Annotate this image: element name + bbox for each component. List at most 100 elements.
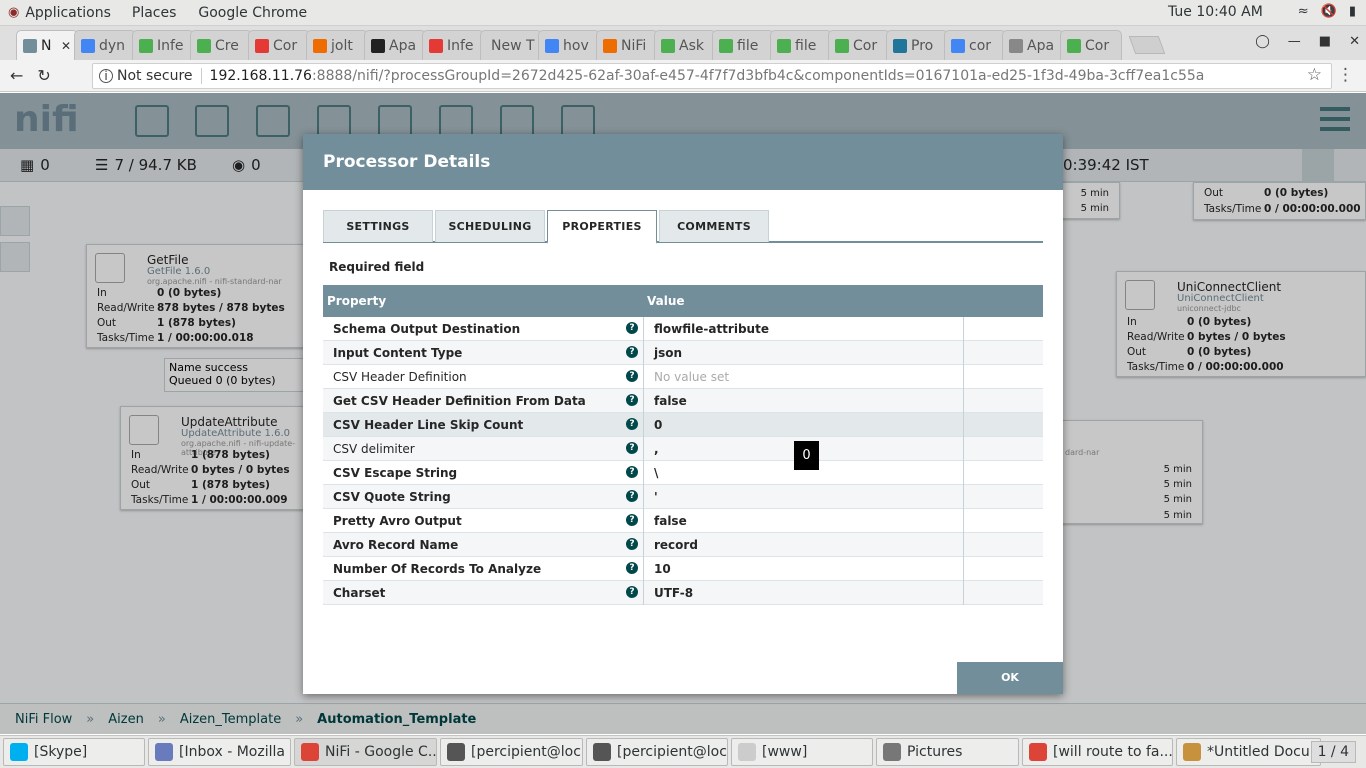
new-tab-button[interactable] [1128,36,1166,54]
tab-comments[interactable]: COMMENTS [659,210,769,242]
table-row[interactable]: Charset? UTF-8 [323,581,1043,605]
browser-tab[interactable]: Cor [828,30,890,60]
browser-tab[interactable]: Cor [1060,30,1122,60]
property-name: Schema Output Destination [333,322,521,336]
browser-tab[interactable]: Apa [364,30,426,60]
table-row[interactable]: CSV Escape String? \ [323,461,1043,485]
table-row[interactable]: Avro Record Name? record [323,533,1043,557]
browser-tab[interactable]: jolt [306,30,368,60]
profile-icon[interactable]: ◯ [1255,34,1270,49]
browser-tab[interactable]: New T [480,30,542,60]
bookmark-star-icon[interactable]: ☆ [1307,65,1322,85]
property-value[interactable]: \ [654,466,658,480]
wifi-icon[interactable]: ≈ [1298,4,1309,19]
taskbar-item[interactable]: [Skype] [3,738,145,766]
help-icon[interactable]: ? [626,346,638,358]
taskbar-item[interactable]: [Inbox - Mozilla ... [148,738,291,766]
tab-properties[interactable]: PROPERTIES [547,210,657,244]
property-value[interactable]: false [654,394,687,408]
browser-tab[interactable]: Ask [654,30,716,60]
table-row[interactable]: CSV Header Line Skip Count? 0 [323,413,1043,437]
taskbar-item-label: [Skype] [34,744,88,760]
browser-tab[interactable]: Infe [132,30,194,60]
browser-tab[interactable]: NiFi [596,30,658,60]
column-header-value[interactable]: Value [647,294,685,308]
help-icon[interactable]: ? [626,418,638,430]
taskbar-item[interactable]: [www] [731,738,873,766]
help-icon[interactable]: ? [626,394,638,406]
maximize-icon[interactable]: ■ [1319,34,1331,49]
help-icon[interactable]: ? [626,322,638,334]
volume-muted-icon[interactable]: 🔇 [1321,4,1337,19]
property-name: Pretty Avro Output [333,514,462,528]
browser-tab[interactable]: hov [538,30,600,60]
help-icon[interactable]: ? [626,586,638,598]
close-window-icon[interactable]: ✕ [1349,34,1360,49]
tab-label: file [795,37,817,54]
browser-tab[interactable]: Pro [886,30,948,60]
help-icon[interactable]: ? [626,490,638,502]
property-value[interactable]: , [654,442,659,456]
table-row[interactable]: Pretty Avro Output? false [323,509,1043,533]
applications-menu[interactable]: ◉ Applications [0,5,121,21]
property-value[interactable]: flowfile-attribute [654,322,769,336]
table-row[interactable]: Number Of Records To Analyze? 10 [323,557,1043,581]
property-value[interactable]: 10 [654,562,671,576]
table-row[interactable]: Input Content Type? json [323,341,1043,365]
property-value[interactable]: 0 [654,418,662,432]
browser-tab[interactable]: file [712,30,774,60]
taskbar-item[interactable]: *Untitled Docu... [1176,738,1321,766]
taskbar-item[interactable]: [will route to fa... [1022,738,1173,766]
browser-tab[interactable]: Cre [190,30,252,60]
tab-scheduling[interactable]: SCHEDULING [435,210,545,242]
help-icon[interactable]: ? [626,514,638,526]
help-icon[interactable]: ? [626,466,638,478]
taskbar-item-label: [www] [762,744,808,760]
info-icon[interactable]: i [99,69,113,83]
help-icon[interactable]: ? [626,538,638,550]
browser-tab[interactable]: file [770,30,832,60]
help-icon[interactable]: ? [626,442,638,454]
address-bar[interactable]: i Not secure 192.168.11.76 :8888/nifi/?p… [92,63,1332,89]
browser-tab[interactable]: Infe [422,30,484,60]
table-row[interactable]: CSV delimiter?, [323,437,1043,461]
table-row[interactable]: Get CSV Header Definition From Data? fals… [323,389,1043,413]
taskbar-item[interactable]: Pictures [876,738,1019,766]
property-value[interactable]: false [654,514,687,528]
back-icon[interactable]: ← [10,66,23,85]
tab-favicon-icon [545,38,559,53]
table-row[interactable]: CSV Header Definition? No value set [323,365,1043,389]
tooltip: 0 [794,441,819,470]
chrome-menu-icon[interactable]: ⋮ [1337,65,1354,85]
property-value[interactable]: No value set [654,370,729,384]
table-row[interactable]: Schema Output Destination? flowfile-attri… [323,317,1043,341]
workspace-pager[interactable]: 1 / 4 [1310,741,1356,763]
browser-tab[interactable]: cor [944,30,1006,60]
taskbar-item[interactable]: [percipient@loc... [586,738,728,766]
help-icon[interactable]: ? [626,370,638,382]
property-name: Input Content Type [333,346,463,360]
tab-close-icon[interactable]: ✕ [61,39,71,53]
battery-icon[interactable]: ▮ [1349,4,1356,19]
help-icon[interactable]: ? [626,562,638,574]
clock[interactable]: Tue 10:40 AM [1168,4,1263,20]
property-value[interactable]: json [654,346,682,360]
browser-tab[interactable]: dyn [74,30,136,60]
tab-label: hov [563,37,589,54]
ok-button[interactable]: OK [957,662,1063,694]
browser-tab[interactable]: N ✕ [16,30,78,60]
google-chrome-menu[interactable]: Google Chrome [187,5,318,21]
taskbar-item[interactable]: NiFi - Google C... [294,738,437,766]
browser-tab[interactable]: Apa [1002,30,1064,60]
reload-icon[interactable]: ↻ [37,66,50,85]
tab-settings[interactable]: SETTINGS [323,210,433,242]
minimize-icon[interactable]: — [1288,34,1301,49]
property-value[interactable]: ' [654,490,658,504]
places-menu[interactable]: Places [121,5,188,21]
property-value[interactable]: UTF-8 [654,586,693,600]
table-row[interactable]: CSV Quote String? ' [323,485,1043,509]
taskbar-item[interactable]: [percipient@loc... [440,738,583,766]
property-value[interactable]: record [654,538,698,552]
column-header-property[interactable]: Property [327,294,386,308]
browser-tab[interactable]: Cor [248,30,310,60]
